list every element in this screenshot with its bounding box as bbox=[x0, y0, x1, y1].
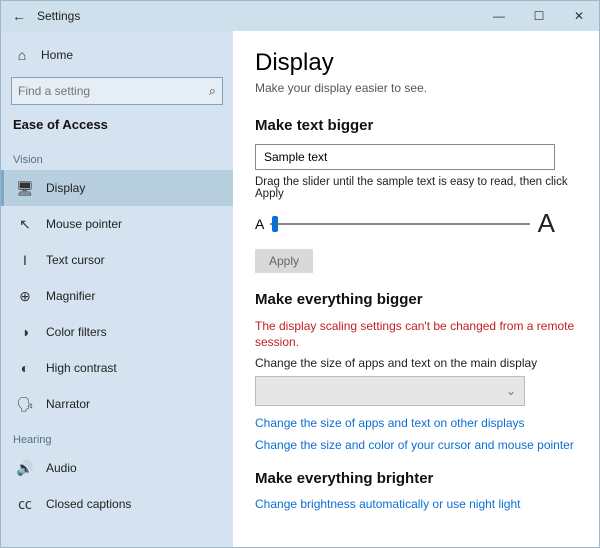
sidebar-item-label: Text cursor bbox=[46, 253, 105, 267]
sidebar-item-color-filters[interactable]: ◑ Color filters bbox=[1, 314, 233, 350]
group-label-vision: Vision bbox=[1, 142, 233, 170]
titlebar: ← Settings — ☐ ✕ bbox=[1, 1, 599, 31]
page-heading: Display bbox=[255, 49, 577, 77]
sidebar-item-narrator[interactable]: 🗣 Narrator bbox=[1, 386, 233, 422]
close-button[interactable]: ✕ bbox=[559, 1, 599, 31]
maximize-button[interactable]: ☐ bbox=[519, 1, 559, 31]
sidebar-item-label: Color filters bbox=[46, 325, 107, 339]
slider-thumb[interactable] bbox=[272, 216, 278, 232]
sidebar-item-label: Display bbox=[46, 181, 85, 195]
color-filters-icon: ◑ bbox=[16, 324, 34, 340]
narrator-icon: 🗣 bbox=[16, 396, 34, 413]
text-size-slider[interactable] bbox=[270, 214, 529, 234]
audio-icon: 🔊 bbox=[16, 460, 34, 477]
home-icon: ⌂ bbox=[13, 47, 31, 63]
sidebar-item-display[interactable]: 🖥 Display bbox=[1, 170, 233, 206]
sidebar-item-magnifier[interactable]: ⊕ Magnifier bbox=[1, 278, 233, 314]
sidebar-item-label: Mouse pointer bbox=[46, 217, 122, 231]
home-nav[interactable]: ⌂ Home bbox=[1, 39, 233, 71]
small-a-label: A bbox=[255, 216, 264, 232]
link-cursor-pointer[interactable]: Change the size and color of your cursor… bbox=[255, 438, 577, 452]
link-other-displays[interactable]: Change the size of apps and text on othe… bbox=[255, 416, 577, 430]
chevron-down-icon: ⌄ bbox=[506, 384, 516, 398]
sidebar-item-label: Closed captions bbox=[46, 497, 131, 511]
section-title: Ease of Access bbox=[1, 113, 233, 142]
scaling-error-text: The display scaling settings can't be ch… bbox=[255, 318, 577, 350]
home-label: Home bbox=[41, 48, 73, 62]
sidebar-item-label: High contrast bbox=[46, 361, 117, 375]
main-content: Display Make your display easier to see.… bbox=[233, 31, 599, 547]
sample-text-box: Sample text bbox=[255, 144, 555, 170]
closed-captions-icon: ㏄ bbox=[16, 494, 34, 514]
section-make-text-bigger: Make text bigger bbox=[255, 117, 577, 134]
mouse-pointer-icon: ↖ bbox=[16, 216, 34, 233]
link-brightness-night-light[interactable]: Change brightness automatically or use n… bbox=[255, 497, 577, 511]
text-cursor-icon: I bbox=[16, 252, 34, 268]
display-scale-dropdown[interactable]: ⌄ bbox=[255, 376, 525, 406]
search-box[interactable]: ⌕ bbox=[11, 77, 223, 105]
sidebar-item-text-cursor[interactable]: I Text cursor bbox=[1, 242, 233, 278]
display-icon: 🖥 bbox=[16, 180, 34, 197]
section-make-everything-bigger: Make everything bigger bbox=[255, 291, 577, 308]
sidebar-item-label: Narrator bbox=[46, 397, 90, 411]
window-body: ⌂ Home ⌕ Ease of Access Vision 🖥 Display… bbox=[1, 31, 599, 547]
high-contrast-icon: ◐ bbox=[16, 360, 34, 376]
scaling-desc: Change the size of apps and text on the … bbox=[255, 356, 577, 370]
section-make-everything-brighter: Make everything brighter bbox=[255, 470, 577, 487]
sidebar: ⌂ Home ⌕ Ease of Access Vision 🖥 Display… bbox=[1, 31, 233, 547]
sidebar-item-closed-captions[interactable]: ㏄ Closed captions bbox=[1, 486, 233, 522]
big-a-label: A bbox=[538, 208, 555, 239]
apply-button[interactable]: Apply bbox=[255, 249, 313, 273]
sidebar-item-high-contrast[interactable]: ◐ High contrast bbox=[1, 350, 233, 386]
settings-window: ← Settings — ☐ ✕ ⌂ Home ⌕ Ease of Access… bbox=[0, 0, 600, 548]
slider-track bbox=[270, 223, 529, 225]
slider-hint: Drag the slider until the sample text is… bbox=[255, 176, 577, 200]
back-button[interactable]: ← bbox=[9, 8, 29, 24]
magnifier-icon: ⊕ bbox=[16, 288, 34, 305]
text-size-slider-row: A A bbox=[255, 208, 555, 239]
sidebar-item-label: Magnifier bbox=[46, 289, 95, 303]
group-label-hearing: Hearing bbox=[1, 422, 233, 450]
page-subtitle: Make your display easier to see. bbox=[255, 81, 577, 95]
search-input[interactable] bbox=[18, 84, 209, 98]
sidebar-item-audio[interactable]: 🔊 Audio bbox=[1, 450, 233, 486]
search-icon: ⌕ bbox=[209, 83, 216, 99]
sidebar-item-mouse-pointer[interactable]: ↖ Mouse pointer bbox=[1, 206, 233, 242]
minimize-button[interactable]: — bbox=[479, 1, 519, 31]
window-title: Settings bbox=[37, 9, 80, 23]
sidebar-item-label: Audio bbox=[46, 461, 77, 475]
